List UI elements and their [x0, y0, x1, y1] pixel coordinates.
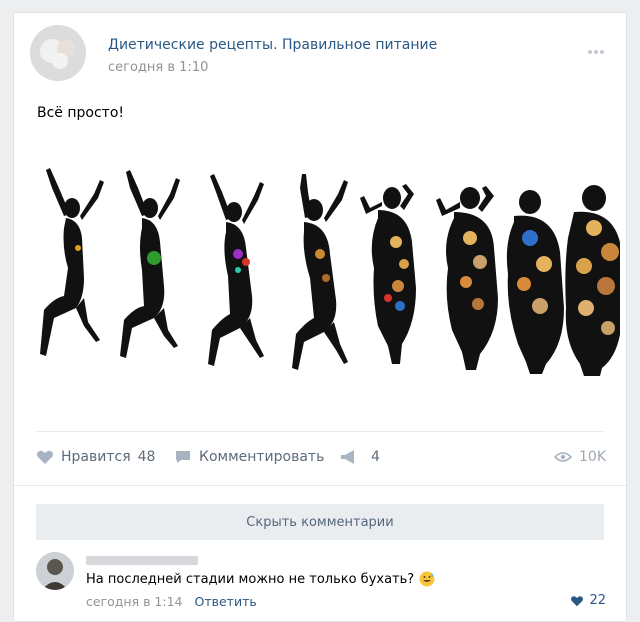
commenter-name-redacted[interactable] — [86, 556, 198, 565]
comment-button[interactable]: Комментировать — [174, 449, 324, 465]
community-name-link[interactable]: Диетические рецепты. Правильное питание — [108, 37, 437, 53]
comment-like-count: 22 — [589, 593, 606, 608]
heart-icon — [37, 450, 53, 464]
community-avatar[interactable] — [30, 25, 86, 81]
eye-icon — [554, 452, 572, 462]
post-text: Всё просто! — [37, 105, 125, 121]
comment-body: На последней стадии можно не только буха… — [86, 571, 415, 587]
like-count: 48 — [137, 449, 156, 465]
silhouette-7 — [506, 190, 564, 374]
silhouette-8 — [565, 185, 622, 376]
comment-text: На последней стадии можно не только буха… — [86, 571, 435, 587]
share-count: 4 — [371, 449, 380, 465]
views-count: 10K — [579, 449, 606, 465]
silhouette-6 — [436, 186, 498, 370]
silhouette-3 — [208, 174, 264, 366]
megaphone-icon — [341, 450, 354, 464]
comment-icon — [176, 451, 190, 463]
grin-sweat-emoji-icon — [419, 571, 435, 587]
comment-meta: сегодня в 1:14 Ответить — [86, 594, 257, 609]
hide-comments-button[interactable]: Скрыть комментарии — [36, 504, 604, 540]
post-image[interactable] — [24, 158, 622, 383]
share-button[interactable]: 4 — [340, 449, 380, 465]
like-label: Нравится — [61, 449, 131, 465]
more-options-icon[interactable] — [588, 39, 610, 54]
like-button[interactable]: Нравится 48 — [36, 449, 155, 465]
views-counter: 10K — [554, 449, 606, 465]
silhouette-5 — [360, 184, 416, 364]
divider — [36, 431, 604, 432]
silhouette-2 — [120, 170, 180, 358]
heart-icon — [571, 595, 584, 606]
reply-link[interactable]: Ответить — [194, 594, 256, 609]
comment-time[interactable]: сегодня в 1:14 — [86, 594, 183, 609]
silhouette-4 — [292, 174, 348, 370]
post-actions: Нравится 48 Комментировать 4 10K — [36, 449, 606, 473]
post-time[interactable]: сегодня в 1:10 — [108, 60, 208, 75]
comment-label: Комментировать — [199, 449, 325, 465]
divider — [14, 485, 626, 486]
comment-like-button[interactable]: 22 — [570, 593, 606, 608]
silhouette-1 — [40, 168, 104, 356]
post-card: Диетические рецепты. Правильное питание … — [13, 12, 627, 622]
commenter-avatar[interactable] — [36, 552, 74, 590]
